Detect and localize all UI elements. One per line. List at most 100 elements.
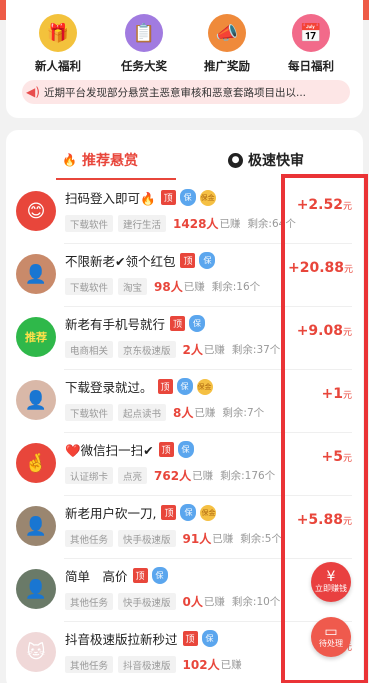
- avatar: 👤: [16, 569, 56, 609]
- app-tag: 建行生活: [118, 215, 167, 232]
- task-title: 新老用户砍一刀,: [65, 506, 157, 521]
- notice-text: 近期平台发现部分悬赏主恶意审核和恶意套路项目出以...: [44, 86, 307, 99]
- tab-label: 极速快审: [248, 153, 304, 169]
- guarantee-shield-icon: 保: [189, 315, 206, 332]
- price-unit: 元: [342, 202, 352, 212]
- quick-link-task-prize[interactable]: 📋 任务大奖: [104, 14, 184, 74]
- task-row[interactable]: 😊 扫码登入即可🔥 顶保保金 下载软件 建行生活 1428人 已赚 剩余: 64个 +2.52元: [6, 181, 352, 244]
- category-tag: 其他任务: [65, 530, 114, 547]
- top-badge: 顶: [157, 379, 173, 394]
- price-unit: 元: [342, 391, 352, 401]
- earned-count: 98人: [154, 280, 183, 294]
- top-badge: 顶: [158, 442, 174, 457]
- task-row[interactable]: 👤 不限新老✔领个红包顶保下载软件 淘宝 98人 已赚 剩余: 16个 +20.88元: [6, 244, 353, 307]
- float-label: 立即赚钱: [315, 584, 347, 594]
- earned-label: 已赚: [220, 659, 242, 671]
- remaining-value: 64个: [271, 218, 296, 230]
- top-badge: 顶: [180, 253, 196, 268]
- earned-count: 0人: [182, 595, 203, 609]
- top-badge: 顶: [161, 505, 177, 520]
- guarantee-shield-icon: 保: [176, 378, 193, 395]
- remaining-label: 剩余:: [211, 281, 237, 293]
- top-badge: 顶: [170, 316, 186, 331]
- quick-link-new-user[interactable]: 🎁 新人福利: [18, 14, 98, 74]
- remaining-label: 剩余:: [240, 533, 265, 545]
- earned-count: 762人: [154, 469, 192, 483]
- task-row[interactable]: 👤 简单 高价顶保其他任务 快手极速版 0人 已赚 剩余: 10个: [6, 559, 352, 622]
- remaining-label: 剩余:: [222, 407, 247, 419]
- remaining-value: 37个: [256, 344, 281, 356]
- pending-button[interactable]: ▭ 待处理: [311, 617, 351, 657]
- earned-label: 已赚: [203, 344, 225, 356]
- float-label: 待处理: [319, 639, 343, 649]
- quick-link-promo-reward[interactable]: 📣 推广奖励: [187, 14, 267, 74]
- guarantee-shield-icon: 保: [151, 567, 168, 584]
- calendar-check-icon: 📅: [292, 14, 330, 52]
- task-row[interactable]: 👤 新老用户砍一刀, 顶保保金 其他任务 快手极速版 91人 已赚 剩余: 5个 +5.88元: [6, 496, 352, 559]
- quick-link-label: 新人福利: [35, 59, 81, 73]
- clipboard-icon: 📋: [125, 14, 163, 52]
- avatar: 🐱: [16, 632, 56, 672]
- user-icon: ●: [228, 152, 243, 168]
- top-badge: 顶: [160, 190, 176, 205]
- app-tag: 京东极速版: [118, 341, 176, 358]
- price-unit: 元: [342, 454, 352, 464]
- deposit-badge-icon: 保金: [199, 189, 216, 206]
- guarantee-shield-icon: 保: [199, 252, 216, 269]
- remaining-label: 剩余:: [231, 344, 257, 356]
- guarantee-shield-icon: 保: [180, 504, 197, 521]
- price-value: +2.52: [296, 197, 343, 213]
- avatar: 推荐: [16, 317, 56, 357]
- task-row[interactable]: 🤞 ❤️微信扫一扫✔ 顶保认证绑卡 点亮 762人 已赚 剩余: 176个 +5元: [6, 433, 352, 496]
- quick-link-daily-benefit[interactable]: 📅 每日福利: [271, 14, 351, 74]
- earned-label: 已赚: [203, 596, 225, 608]
- task-row[interactable]: 👤 下载登录就过。顶保保金 下载软件 起点读书 8人 已赚 剩余: 7个 +1元: [6, 370, 352, 433]
- price-unit: 元: [342, 328, 352, 338]
- earned-label: 已赚: [194, 407, 216, 419]
- category-tag: 下载软件: [65, 278, 114, 295]
- remaining-value: 7个: [246, 407, 265, 419]
- avatar: 👤: [16, 380, 56, 420]
- fire-icon: 🔥: [62, 153, 77, 167]
- quick-link-label: 任务大奖: [121, 59, 167, 73]
- reward-price: +20.88元: [288, 260, 353, 276]
- guarantee-shield-icon: 保: [177, 441, 194, 458]
- app-tag: 快手极速版: [118, 593, 176, 610]
- remaining-label: 剩余:: [247, 218, 272, 230]
- remaining-value: 16个: [236, 281, 261, 293]
- avatar: 👤: [16, 254, 56, 294]
- earned-count: 2人: [182, 343, 203, 357]
- reward-price: +1元: [288, 386, 353, 402]
- app-tag: 快手极速版: [118, 530, 176, 547]
- category-tag: 下载软件: [65, 215, 114, 232]
- tab-fast-review[interactable]: ● 极速快审: [228, 148, 304, 172]
- remaining-value: 5个: [264, 533, 282, 545]
- task-title: 不限新老✔领个红包: [65, 254, 176, 269]
- earn-now-button[interactable]: ¥ 立即赚钱: [311, 562, 351, 602]
- task-row[interactable]: 推荐 新老有手机号就行顶保电商相关 京东极速版 2人 已赚 剩余: 37个 +9.08元: [6, 307, 352, 370]
- active-tab-indicator: [56, 178, 176, 180]
- app-tag: 淘宝: [118, 278, 148, 295]
- app-tag: 起点读书: [118, 404, 167, 421]
- remaining-label: 剩余:: [220, 470, 245, 482]
- remaining-value: 10个: [256, 596, 281, 608]
- remaining-value: 176个: [244, 470, 276, 482]
- app-tag: 抖音极速版: [118, 656, 176, 673]
- task-title: 抖音极速版拉新秒过: [65, 632, 178, 647]
- avatar: 👤: [16, 506, 56, 546]
- guarantee-shield-icon: 保: [201, 630, 218, 647]
- notice-banner[interactable]: ◀) 近期平台发现部分悬赏主恶意审核和恶意套路项目出以...: [22, 80, 350, 104]
- avatar: 🤞: [16, 443, 56, 483]
- category-tag: 其他任务: [65, 656, 114, 673]
- reward-price: +2.52元: [288, 197, 352, 213]
- deposit-badge-icon: 保金: [196, 378, 213, 395]
- avatar: 😊: [16, 191, 56, 231]
- task-title: 简单 高价: [65, 569, 128, 584]
- task-row[interactable]: 🐱抖音极速版拉新秒过顶保其他任务抖音极速版102人已赚+2元: [6, 622, 352, 683]
- earned-label: 已赚: [219, 218, 241, 230]
- tab-recommended[interactable]: 🔥 推荐悬赏: [62, 148, 138, 172]
- reward-price: +5.88元: [288, 512, 352, 528]
- guarantee-shield-icon: 保: [179, 189, 196, 206]
- category-tag: 认证绑卡: [65, 467, 114, 484]
- task-title: 扫码登入即可🔥: [65, 191, 156, 206]
